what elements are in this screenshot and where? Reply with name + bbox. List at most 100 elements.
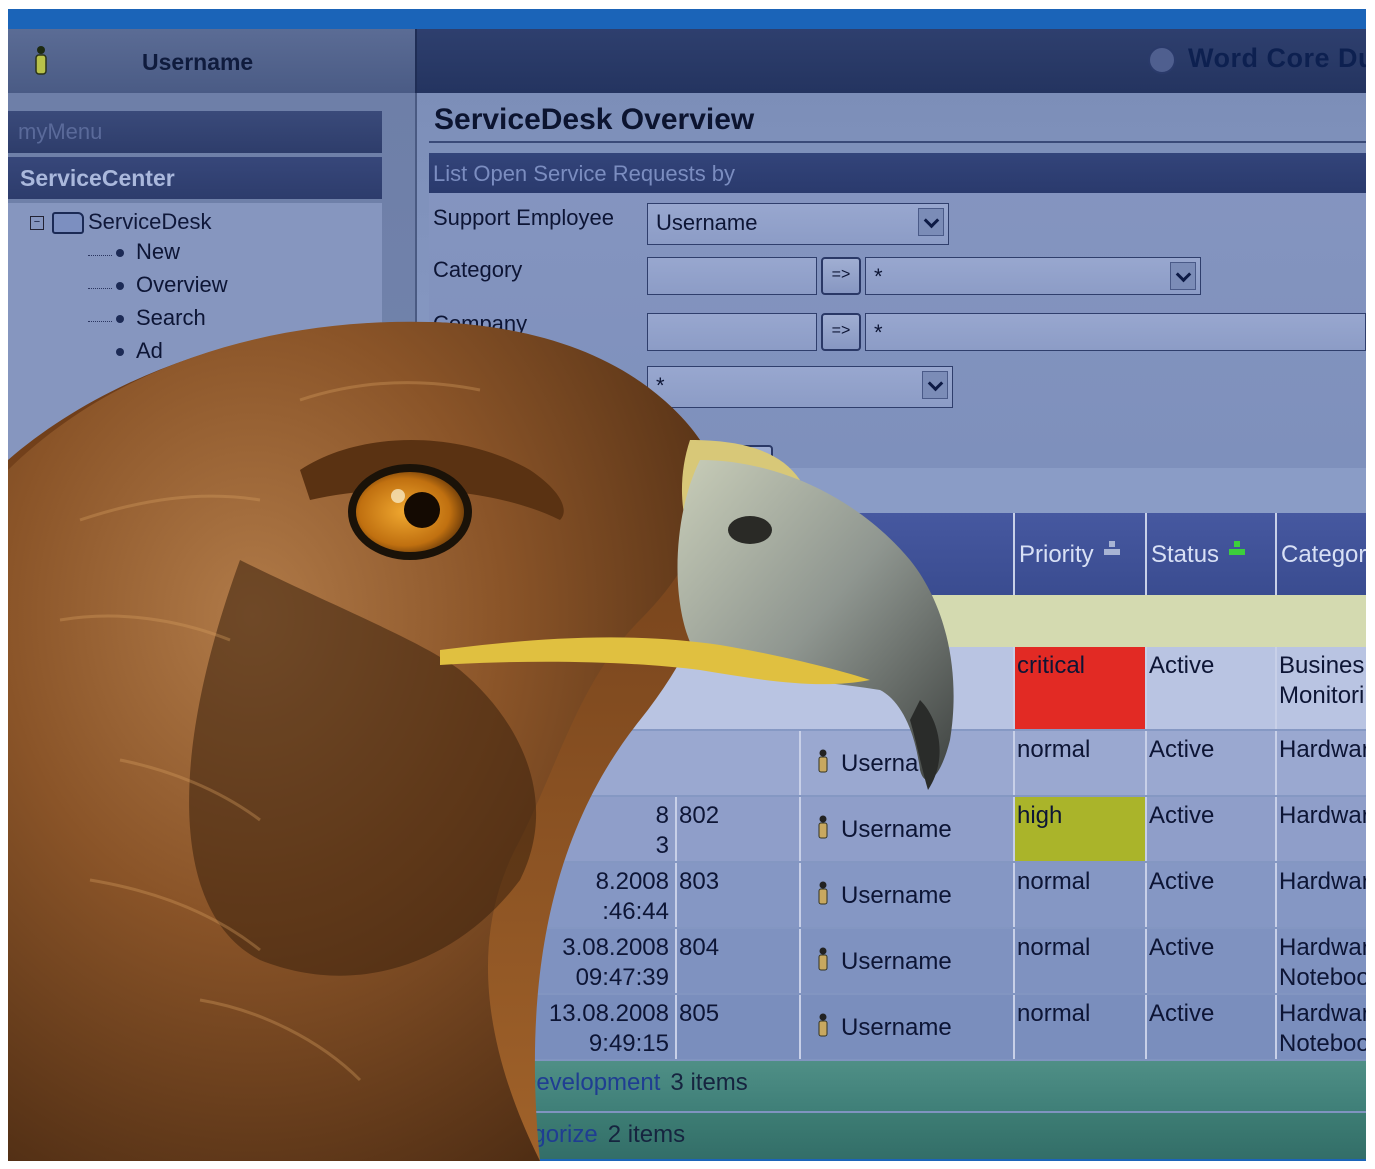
created-date: 3.08.2008 — [562, 934, 669, 961]
sidebar-item-search[interactable]: Search — [116, 305, 206, 331]
user-name: Username — [841, 816, 952, 843]
created-time: 9:49:15 — [588, 1030, 669, 1057]
id-cell: 803 — [675, 863, 799, 927]
title-divider — [429, 141, 1366, 143]
sidebar-item-overview[interactable]: Overview — [116, 272, 228, 298]
filter-header: List Open Service Requests by — [429, 153, 1366, 193]
group-name: Development — [519, 1069, 661, 1096]
support-employee-select[interactable]: Username — [647, 203, 949, 245]
status-cell: Active — [1145, 863, 1275, 927]
sidebar-item-new[interactable]: New — [116, 239, 180, 265]
category-line-1: Hardwar — [1279, 934, 1366, 961]
category-search-input[interactable] — [647, 257, 817, 295]
category-apply-button[interactable]: => — [821, 257, 861, 295]
category-cell: Hardwar Noteboo — [1275, 929, 1366, 993]
tree-connector — [88, 255, 112, 256]
created-date: 8.2008 — [595, 868, 669, 895]
filter-panel: List Open Service Requests by Support Em… — [429, 153, 1366, 468]
created-cell: 83 — [489, 797, 675, 861]
table-row[interactable]: 3.08.2008 09:47:39 804 Username normal Ac… — [429, 929, 1366, 993]
category-line-1: Busines — [1279, 652, 1365, 679]
table-row[interactable]: Userna normal Active Hardwar — [429, 731, 1366, 795]
created-cell: 3.08.2008 09:47:39 — [489, 929, 675, 993]
tree-root-label: ServiceDesk — [88, 209, 212, 234]
group-count: 3 items — [670, 1069, 748, 1096]
user-cell: Username — [799, 797, 1013, 861]
category-line-2: Monitorir — [1279, 682, 1366, 709]
created-time: 09:47:39 — [575, 964, 669, 991]
screenshot-frame: Username Word Core Du myMenu ServiceCent… — [8, 9, 1366, 1161]
table-row[interactable]: 83 802 Username high Active Hardwar — [429, 797, 1366, 861]
priority-cell: normal — [1013, 731, 1145, 795]
user-cell: Username — [799, 863, 1013, 927]
group-row-development[interactable]: Development 3 items — [429, 1061, 1366, 1111]
id-cell: 804 — [675, 929, 799, 993]
column-status-label: Status — [1151, 541, 1220, 568]
column-category[interactable]: Categor — [1275, 513, 1366, 595]
user-name: Userna — [841, 750, 919, 777]
priority-cell: high — [1013, 797, 1145, 861]
sort-icon[interactable] — [1103, 541, 1120, 557]
sort-icon[interactable] — [1229, 541, 1246, 557]
user-icon — [818, 947, 828, 971]
column-priority-label: Priority — [1019, 541, 1094, 568]
current-username[interactable]: Username — [142, 49, 253, 76]
category-cell: Hardwar — [1275, 731, 1366, 795]
company-search-input[interactable] — [647, 313, 817, 351]
user-name: Username — [841, 882, 952, 909]
tree-node-servicedesk[interactable]: − ServiceDesk — [30, 209, 211, 235]
brand: Word Core Du — [1148, 43, 1366, 74]
priority-cell: normal — [1013, 863, 1145, 927]
folder-icon — [52, 212, 84, 235]
sidebar-servicecenter[interactable]: ServiceCenter — [8, 157, 382, 199]
chevron-down-icon[interactable] — [922, 371, 948, 399]
chevron-down-icon[interactable] — [1170, 262, 1196, 290]
created-cell: 8.2008 :46:44 — [489, 863, 675, 927]
table-row[interactable]: 13.08.2008 9:49:15 805 Username normal Ac… — [429, 995, 1366, 1059]
support-employee-label: Support Employee — [433, 205, 614, 230]
tree-connector — [88, 288, 112, 289]
column-status[interactable]: Status — [1145, 513, 1275, 595]
search-button[interactable]: rch — [653, 445, 773, 485]
group-count: 2 items — [607, 1121, 686, 1148]
column-priority[interactable]: Priority — [1013, 513, 1145, 595]
sidebar: myMenu ServiceCenter − ServiceDesk New Ov… — [8, 93, 417, 1159]
status-cell: Active — [1145, 929, 1275, 993]
created-cell: 13.08.2008 9:49:15 — [489, 995, 675, 1059]
column-support-label: rt — [841, 541, 856, 568]
user-icon — [818, 749, 828, 773]
company-select[interactable]: * — [865, 313, 1366, 351]
collapse-icon[interactable]: − — [30, 216, 44, 231]
column-support[interactable]: rt — [799, 513, 1013, 595]
user-icon — [818, 815, 828, 839]
user-icon — [818, 1013, 828, 1037]
filter-header-text: List Open Service Requests by — [433, 161, 736, 186]
user-icon — [35, 46, 47, 75]
table-row[interactable]: critical Active Busines Monitorir — [429, 647, 1366, 729]
priority-cell: normal — [1013, 929, 1145, 993]
category-cell: Hardwar — [1275, 797, 1366, 861]
support-employee-value: Username — [656, 210, 758, 235]
group-row-categorize[interactable]: egorize 2 items — [429, 1113, 1366, 1159]
chevron-down-icon[interactable] — [918, 208, 944, 236]
sidebar-item-ad[interactable]: Ad — [116, 338, 163, 364]
category-select[interactable]: * — [865, 257, 1201, 295]
created-time: :46:44 — [602, 898, 669, 925]
user-icon — [818, 881, 828, 905]
company-apply-button[interactable]: => — [821, 313, 861, 351]
extra-filter-select[interactable]: * — [647, 366, 953, 408]
mymenu-label: myMenu — [18, 119, 103, 144]
user-panel: Username — [8, 29, 417, 93]
column-category-label: Categor — [1281, 541, 1366, 568]
table-header: rt Priority Status Categor — [429, 513, 1366, 595]
sort-icon[interactable] — [895, 563, 912, 579]
user-cell: Userna — [799, 731, 1013, 795]
category-cell: Hardwar Noteboo — [1275, 995, 1366, 1059]
sidebar-mymenu[interactable]: myMenu — [8, 111, 382, 153]
created-date: 13.08.2008 — [548, 1000, 669, 1027]
table-row[interactable]: 8.2008:46:44 803 Username normal Active … — [429, 863, 1366, 927]
servicecenter-label: ServiceCenter — [20, 165, 175, 191]
user-cell: Username — [799, 995, 1013, 1059]
brand-name: Word Core Du — [1188, 43, 1366, 73]
main-content: ServiceDesk Overview List Open Service R… — [417, 93, 1366, 1159]
